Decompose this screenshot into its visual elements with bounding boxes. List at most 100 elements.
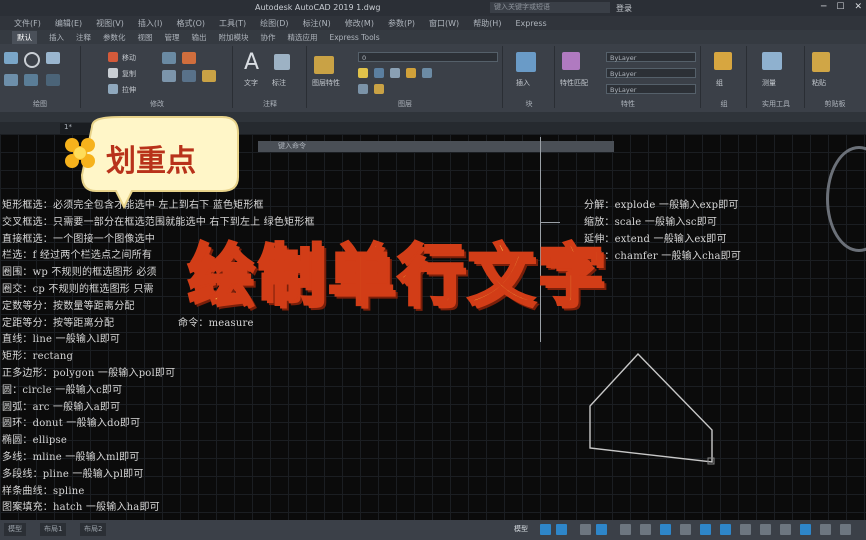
close-icon[interactable]: ✕ — [854, 2, 862, 12]
menu-item[interactable]: 参数(P) — [388, 18, 415, 29]
stretch-icon[interactable] — [108, 84, 118, 94]
layer-on-icon[interactable] — [358, 68, 368, 78]
ribbon-tab[interactable]: 注释 — [76, 32, 91, 43]
otrack-icon[interactable] — [640, 524, 651, 535]
lineweight-dropdown[interactable]: ByLayer — [606, 68, 696, 78]
ribbon-tab[interactable]: 附加模块 — [219, 32, 249, 43]
ribbon-tab[interactable]: Express Tools — [330, 33, 380, 42]
lineweight-icon[interactable] — [660, 524, 671, 535]
grid-icon[interactable] — [540, 524, 551, 535]
clipboard-panel: 粘贴 剪贴板 — [806, 46, 864, 108]
command-input[interactable]: 键入命令 — [258, 141, 614, 152]
search-input[interactable]: 键入关键字或短语 — [490, 2, 610, 13]
clean-screen-icon[interactable] — [840, 524, 851, 535]
measure-icon[interactable] — [762, 52, 782, 70]
hardware-accel-icon[interactable] — [820, 524, 831, 535]
note-line: 圈围：wp 不规则的框选图形 必须 — [2, 267, 157, 279]
ortho-icon[interactable] — [580, 524, 591, 535]
layer-isolate-icon[interactable] — [422, 68, 432, 78]
polyline-icon[interactable] — [46, 52, 60, 64]
text-a-icon[interactable]: A — [244, 50, 259, 75]
gear-icon[interactable] — [780, 524, 791, 535]
color-dropdown[interactable]: ByLayer — [606, 52, 696, 62]
layer-match-icon[interactable] — [406, 68, 416, 78]
ribbon-tab[interactable]: 默认 — [12, 30, 37, 44]
note-line: 圆弧：arc 一般输入a即可 — [2, 401, 121, 413]
move-label: 移动 — [122, 54, 136, 62]
ribbon-tab[interactable]: 参数化 — [103, 32, 126, 43]
hatch-icon[interactable] — [46, 74, 60, 86]
note-line: 直线：line 一般输入l即可 — [2, 334, 121, 346]
move-icon[interactable] — [108, 52, 118, 62]
note-line: 样条曲线：spline — [2, 485, 85, 497]
ribbon-tab[interactable]: 插入 — [49, 32, 64, 43]
transparency-icon[interactable] — [680, 524, 691, 535]
dimension-icon[interactable] — [274, 54, 290, 70]
trim-icon[interactable] — [182, 52, 196, 64]
menu-item[interactable]: 视图(V) — [96, 18, 124, 29]
maximize-icon[interactable]: ☐ — [836, 2, 844, 12]
note-line: 定距等分：按等距离分配 — [2, 317, 115, 329]
paste-icon[interactable] — [812, 52, 830, 72]
circle-icon[interactable] — [24, 52, 40, 68]
login-link[interactable]: 登录 — [616, 3, 632, 14]
ribbon-tab[interactable]: 管理 — [165, 32, 180, 43]
pentagon-shape[interactable] — [580, 350, 720, 470]
minimize-icon[interactable]: ─ — [821, 2, 826, 12]
tab-layout2[interactable]: 布局2 — [80, 523, 107, 536]
ribbon-tab[interactable]: 精选应用 — [288, 32, 318, 43]
layer-dropdown[interactable]: 0 — [358, 52, 498, 62]
osnap-icon[interactable] — [620, 524, 631, 535]
menu-item[interactable]: 工具(T) — [219, 18, 246, 29]
layer-walk-icon[interactable] — [374, 84, 384, 94]
menu-item[interactable]: 绘图(D) — [260, 18, 288, 29]
arc-icon[interactable] — [4, 74, 18, 86]
menu-item[interactable]: Express — [515, 19, 546, 28]
menu-item[interactable]: 标注(N) — [303, 18, 331, 29]
menu-bar: 文件(F) 编辑(E) 视图(V) 插入(I) 格式(O) 工具(T) 绘图(D) 标注(N)… — [0, 16, 866, 30]
tab-layout1[interactable]: 布局1 — [40, 523, 67, 536]
clipboard-panel-label: 剪贴板 — [824, 100, 846, 108]
annotation-scale-icon[interactable] — [700, 524, 711, 535]
layer-lock-icon[interactable] — [390, 68, 400, 78]
rotate-icon[interactable] — [162, 52, 176, 64]
insert-block-icon[interactable] — [516, 52, 536, 72]
layer-properties-label: 图层特性 — [312, 79, 340, 87]
menu-item[interactable]: 编辑(E) — [55, 18, 82, 29]
model-space-toggle[interactable]: 模型 — [510, 523, 532, 536]
menu-item[interactable]: 修改(M) — [345, 18, 374, 29]
match-properties-icon[interactable] — [562, 52, 580, 70]
copy-icon[interactable] — [108, 68, 118, 78]
note-line: 正多边形：polygon 一般输入pol即可 — [2, 368, 176, 379]
mirror-icon[interactable] — [162, 70, 176, 82]
layer-off-icon[interactable] — [358, 84, 368, 94]
ribbon-tab[interactable]: 输出 — [192, 32, 207, 43]
status-bar: 模型 布局1 布局2 模型 — [0, 520, 866, 540]
menu-item[interactable]: 文件(F) — [14, 18, 41, 29]
fillet-icon[interactable] — [182, 70, 196, 82]
menu-item[interactable]: 插入(I) — [138, 18, 163, 29]
window-title: Autodesk AutoCAD 2019 1.dwg — [255, 3, 381, 12]
scale-icon[interactable] — [202, 70, 216, 82]
menu-item[interactable]: 窗口(W) — [429, 18, 459, 29]
snap-icon[interactable] — [556, 524, 567, 535]
tab-model[interactable]: 模型 — [4, 523, 26, 536]
layer-freeze-icon[interactable] — [374, 68, 384, 78]
annotation-visibility-icon[interactable] — [720, 524, 731, 535]
workspace-icon[interactable] — [740, 524, 751, 535]
rectangle-icon[interactable] — [24, 74, 38, 86]
layer-properties-icon[interactable] — [314, 56, 334, 74]
note-line: 图案填充：hatch 一般输入ha即可 — [2, 502, 160, 514]
polar-icon[interactable] — [596, 524, 607, 535]
ribbon-tab[interactable]: 视图 — [138, 32, 153, 43]
ribbon-tab[interactable]: 协作 — [261, 32, 276, 43]
isolate-icon[interactable] — [800, 524, 811, 535]
line-icon[interactable] — [4, 52, 18, 64]
units-icon[interactable] — [760, 524, 771, 535]
layers-panel-label: 图层 — [398, 100, 412, 108]
menu-item[interactable]: 格式(O) — [176, 18, 205, 29]
group-icon[interactable] — [714, 52, 732, 70]
menu-item[interactable]: 帮助(H) — [473, 18, 501, 29]
linetype-dropdown[interactable]: ByLayer — [606, 84, 696, 94]
modify-panel: 移动 复制 拉伸 修改 — [82, 46, 233, 108]
